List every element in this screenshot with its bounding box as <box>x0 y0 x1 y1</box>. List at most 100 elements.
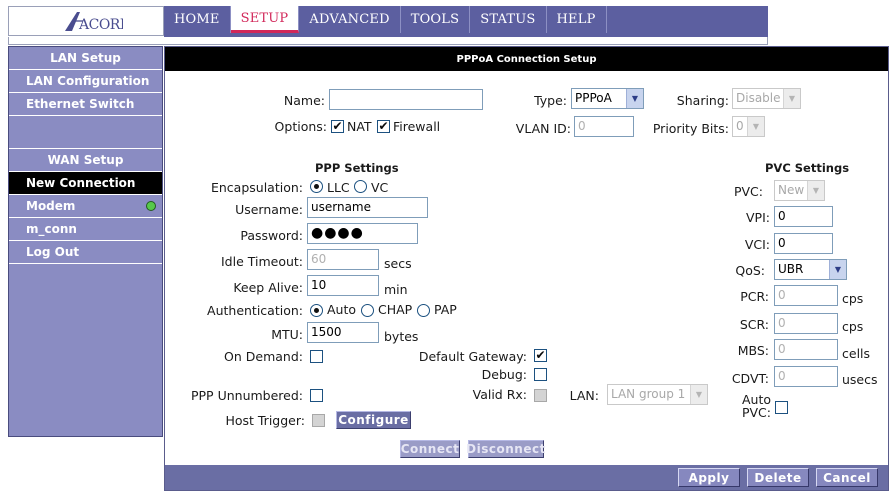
tab-advanced[interactable]: ADVANCED <box>299 6 401 33</box>
debug-checkbox[interactable] <box>534 368 547 381</box>
keep-alive-unit: min <box>384 282 408 297</box>
options-label: Options: <box>274 119 327 134</box>
delete-button[interactable]: Delete <box>747 468 809 487</box>
ppp-unnumbered-label: PPP Unnumbered: <box>190 388 303 403</box>
default-gateway-checkbox[interactable]: ✔ <box>534 349 547 362</box>
chevron-down-icon: ▼ <box>626 89 643 108</box>
mbs-field[interactable]: 0 <box>774 339 838 360</box>
vpi-field[interactable]: 0 <box>774 206 833 227</box>
pvc-label: PVC: <box>733 184 763 199</box>
sidebar-spacer <box>9 116 162 149</box>
vlan-id-field[interactable]: 0 <box>574 116 634 137</box>
mtu-unit: bytes <box>384 329 419 344</box>
lan-group-value: LAN group 1 <box>611 387 686 401</box>
qos-select[interactable]: UBR ▼ <box>774 259 847 280</box>
sidebar-item-new-connection[interactable]: New Connection <box>9 172 162 195</box>
sidebar-item-lan-configuration[interactable]: LAN Configuration <box>9 70 162 93</box>
firewall-checkbox[interactable]: ✔ <box>377 120 390 133</box>
name-label: Name: <box>283 93 325 108</box>
acorp-logo-mark: ACORP <box>65 12 123 33</box>
modem-status-icon <box>146 201 156 211</box>
password-field[interactable]: ●●●● <box>307 223 418 244</box>
firewall-label: Firewall <box>393 119 441 134</box>
auth-auto-radio[interactable] <box>310 304 323 317</box>
idle-timeout-field[interactable]: 60 <box>307 249 379 270</box>
configure-button[interactable]: Configure <box>336 411 411 429</box>
idle-timeout-unit: secs <box>384 256 412 271</box>
sidebar-item-ethernet-switch[interactable]: Ethernet Switch <box>9 93 162 116</box>
type-select[interactable]: PPPoA ▼ <box>571 88 644 109</box>
lan-group-select[interactable]: LAN group 1 ▼ <box>607 384 708 405</box>
cdvt-label: CDVT: <box>731 371 769 386</box>
debug-label: Debug: <box>481 367 527 382</box>
sidebar-item-m-conn[interactable]: m_conn <box>9 218 162 241</box>
auth-pap-radio[interactable] <box>417 304 430 317</box>
type-label: Type: <box>534 93 567 108</box>
priority-bits-select[interactable]: 0 ▼ <box>732 116 765 137</box>
encapsulation-label: Encapsulation: <box>210 180 303 195</box>
cdvt-field[interactable]: 0 <box>774 366 838 387</box>
page-title: PPPoA Connection Setup <box>165 47 888 71</box>
keep-alive-field[interactable]: 10 <box>307 275 379 296</box>
ppp-settings-title: PPP Settings <box>315 161 399 175</box>
chevron-down-icon: ▼ <box>747 117 764 136</box>
sidebar-header-wan: WAN Setup <box>9 149 162 172</box>
name-field[interactable] <box>329 89 483 110</box>
pvc-select[interactable]: New ▼ <box>774 180 825 201</box>
keep-alive-label: Keep Alive: <box>233 280 303 295</box>
auto-pvc-checkbox[interactable] <box>775 401 788 414</box>
main-panel: PPPoA Connection Setup Name: Type: PPPoA… <box>164 46 889 491</box>
auth-chap-radio[interactable] <box>361 304 374 317</box>
disconnect-button[interactable]: Disconnect <box>466 440 545 458</box>
tab-help[interactable]: HELP <box>547 6 607 33</box>
top-navigation: HOME SETUP ADVANCED TOOLS STATUS HELP <box>164 6 768 33</box>
brand-logo: ACORP <box>8 6 164 36</box>
tab-tools[interactable]: TOOLS <box>401 6 471 33</box>
apply-button[interactable]: Apply <box>678 468 740 487</box>
host-trigger-checkbox[interactable] <box>312 414 325 427</box>
auth-auto-label: Auto <box>327 302 357 317</box>
pcr-field[interactable]: 0 <box>774 285 838 306</box>
scr-unit: cps <box>842 319 864 334</box>
on-demand-checkbox[interactable] <box>310 350 323 363</box>
tab-setup[interactable]: SETUP <box>230 6 300 33</box>
cancel-button[interactable]: Cancel <box>816 468 878 487</box>
chevron-down-icon: ▼ <box>829 260 846 279</box>
auth-chap-label: CHAP <box>378 302 413 317</box>
qos-select-value: UBR <box>778 262 804 276</box>
scr-label: SCR: <box>739 317 769 332</box>
connect-button[interactable]: Connect <box>400 440 460 458</box>
vc-label: VC <box>371 180 389 195</box>
tab-home[interactable]: HOME <box>164 6 231 33</box>
vpi-label: VPI: <box>746 210 770 225</box>
sidebar: LAN Setup LAN Configuration Ethernet Swi… <box>8 46 163 437</box>
valid-rx-label: Valid Rx: <box>472 387 527 402</box>
on-demand-label: On Demand: <box>224 349 303 364</box>
scr-field[interactable]: 0 <box>774 313 838 334</box>
sharing-label: Sharing: <box>676 93 729 108</box>
sharing-select[interactable]: Disable ▼ <box>732 88 801 109</box>
nat-label: NAT <box>347 119 372 134</box>
valid-rx-checkbox[interactable] <box>534 389 547 402</box>
sidebar-item-log-out[interactable]: Log Out <box>9 241 162 264</box>
sharing-select-value: Disable <box>736 91 781 105</box>
vc-radio[interactable] <box>354 180 367 193</box>
vci-label: VCI: <box>744 237 770 252</box>
username-field[interactable]: username <box>307 197 428 218</box>
mtu-field[interactable]: 1500 <box>307 322 379 343</box>
vlan-id-label: VLAN ID: <box>515 121 571 136</box>
tab-status[interactable]: STATUS <box>470 6 547 33</box>
nat-checkbox[interactable]: ✔ <box>331 120 344 133</box>
qos-label: QoS: <box>735 263 765 278</box>
chevron-down-icon: ▼ <box>783 89 800 108</box>
llc-label: LLC <box>327 180 350 195</box>
host-trigger-label: Host Trigger: <box>225 413 305 428</box>
mtu-label: MTU: <box>271 327 303 342</box>
vci-field[interactable]: 0 <box>774 233 833 254</box>
llc-radio[interactable] <box>310 180 323 193</box>
priority-bits-label: Priority Bits: <box>652 121 729 136</box>
ppp-unnumbered-checkbox[interactable] <box>310 389 323 402</box>
sidebar-header-lan: LAN Setup <box>9 47 162 70</box>
sidebar-item-modem[interactable]: Modem <box>9 195 162 218</box>
password-label: Password: <box>240 228 303 243</box>
